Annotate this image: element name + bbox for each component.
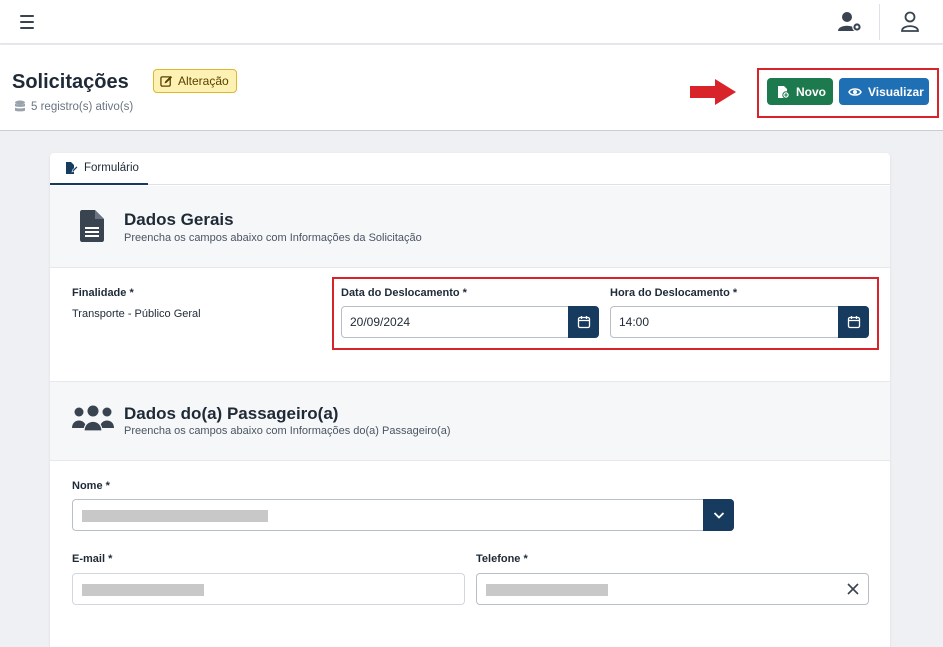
file-add-icon [778,85,790,99]
section-title-passageiro: Dados do(a) Passageiro(a) [124,404,339,423]
tab-formulario[interactable]: Formulário [50,153,148,185]
nome-label: Nome * [72,480,110,492]
user-icon[interactable] [898,9,922,35]
redacted-telefone [486,584,608,596]
novo-button-label: Novo [796,84,826,99]
telefone-label: Telefone * [476,553,528,565]
badge-label: Alteração [178,74,229,88]
hora-deslocamento-input[interactable]: 14:00 [610,306,869,338]
visualizar-button-label: Visualizar [868,84,924,99]
section-title-dados-gerais: Dados Gerais [124,210,234,229]
section-subtitle-passageiro: Preencha os campos abaixo com Informaçõe… [124,425,451,437]
user-gear-icon[interactable] [836,9,864,35]
tab-bar: Formulário [50,153,890,185]
section-dados-passageiro: Dados do(a) Passageiro(a) Preencha os ca… [50,381,890,461]
nome-dropdown-button[interactable] [703,499,734,531]
hora-deslocamento-label: Hora do Deslocamento * [610,287,738,299]
time-picker-button[interactable] [838,306,869,338]
records-count: 5 registro(s) ativo(s) [31,100,134,113]
data-deslocamento-input[interactable]: 20/09/2024 [341,306,599,338]
navbar-divider [879,4,880,40]
edit-icon [160,75,173,87]
database-icon [15,100,25,112]
section-subtitle-dados-gerais: Preencha os campos abaixo com Informaçõe… [124,232,422,244]
section-dados-gerais: Dados Gerais Preencha os campos abaixo c… [50,186,890,268]
redacted-email [82,584,204,596]
users-group-icon [72,405,114,432]
eye-icon [848,87,862,96]
document-icon [80,210,104,242]
nome-select[interactable] [72,499,734,531]
tab-formulario-label: Formulário [84,162,139,174]
page-header: Solicitações Alteração 5 registro(s) ati… [0,45,943,131]
status-badge: Alteração [153,69,237,93]
chevron-down-icon [713,512,724,519]
hamburger-icon[interactable] [18,12,38,32]
date-picker-button[interactable] [568,306,599,338]
finalidade-label: Finalidade * [72,287,134,299]
novo-button[interactable]: Novo [767,78,833,105]
form-card: Formulário Dados Gerais Preencha os camp… [50,153,890,647]
file-edit-icon [66,162,78,174]
calendar-icon [577,316,590,329]
redacted-nome [82,510,268,522]
email-label: E-mail * [72,553,113,565]
hora-deslocamento-value: 14:00 [619,315,650,329]
page-title: Solicitações [12,71,129,93]
data-deslocamento-value: 20/09/2024 [350,315,411,329]
close-icon[interactable] [846,582,860,596]
records-info: 5 registro(s) ativo(s) [14,100,133,113]
telefone-field[interactable] [476,573,869,605]
data-deslocamento-label: Data do Deslocamento * [341,287,467,299]
finalidade-value: Transporte - Público Geral [72,308,201,320]
visualizar-button[interactable]: Visualizar [839,78,929,105]
calendar-icon [847,316,860,329]
red-arrow-icon [690,79,736,105]
top-navbar [0,0,943,44]
email-field[interactable] [72,573,465,605]
